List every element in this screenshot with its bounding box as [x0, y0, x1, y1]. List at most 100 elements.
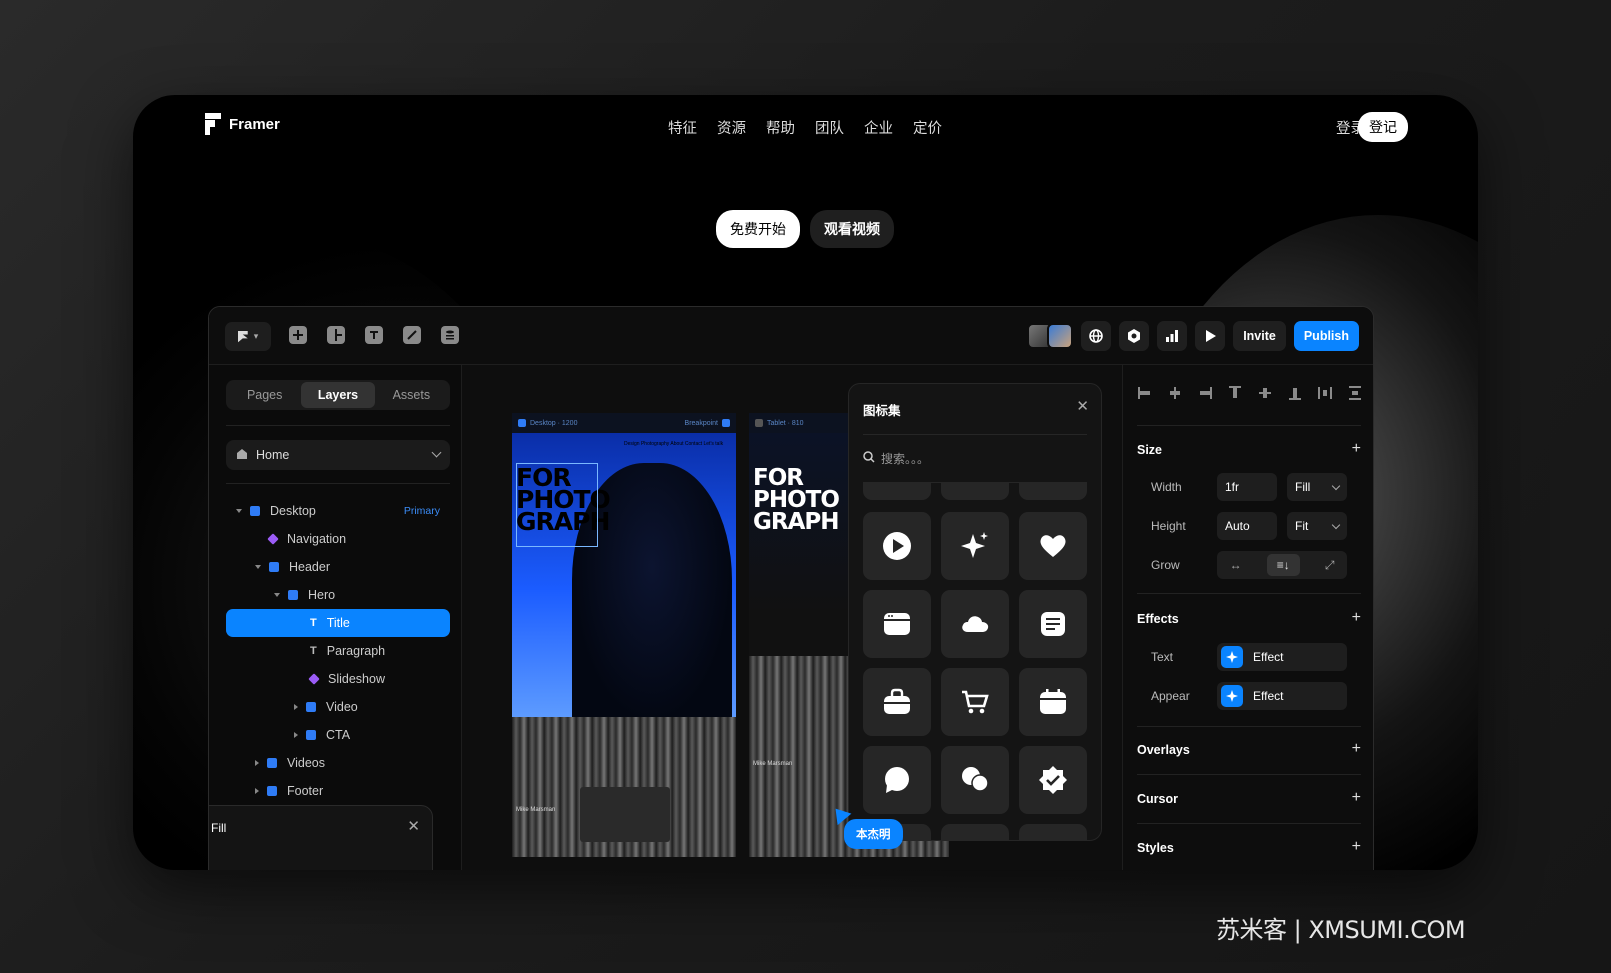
calendar-icon[interactable]	[1019, 668, 1087, 736]
tab-pages[interactable]: Pages	[228, 382, 301, 408]
framer-logo[interactable]: Framer	[205, 113, 280, 135]
sparkle-icon[interactable]	[941, 512, 1009, 580]
icon-set-popover: 图标集 ✕ 搜索。。。	[848, 383, 1102, 841]
nav-features[interactable]: 特征	[668, 117, 697, 138]
align-top-icon[interactable]	[1227, 385, 1243, 401]
distribute-v-icon[interactable]	[1347, 385, 1363, 401]
align-left-icon[interactable]	[1137, 385, 1153, 401]
icon-cell[interactable]	[1019, 482, 1087, 500]
add-icon[interactable]: +	[1352, 741, 1361, 757]
text-effect-button[interactable]: Effect	[1217, 643, 1347, 671]
bag-icon[interactable]	[863, 668, 931, 736]
framer-logo-icon	[205, 113, 221, 135]
text-icon[interactable]	[365, 326, 383, 344]
signup-button[interactable]: 登记	[1358, 112, 1408, 142]
frame-icon	[306, 730, 316, 740]
styles-section: Styles +	[1137, 839, 1361, 856]
cloud-icon[interactable]	[941, 590, 1009, 658]
close-icon[interactable]: ✕	[407, 817, 420, 835]
start-free-button[interactable]: 免费开始	[716, 210, 800, 248]
play-icon[interactable]	[863, 512, 931, 580]
add-icon[interactable]: +	[1352, 441, 1361, 457]
avatar[interactable]	[1047, 323, 1074, 349]
layer-video[interactable]: Video	[226, 693, 450, 721]
layer-hero[interactable]: Hero	[226, 581, 450, 609]
document-icon[interactable]	[1019, 590, 1087, 658]
nav-pricing[interactable]: 定价	[913, 117, 942, 138]
icon-cell[interactable]	[941, 482, 1009, 500]
icon-cell[interactable]	[863, 482, 931, 500]
layer-slideshow[interactable]: Slideshow	[226, 665, 450, 693]
align-bottom-icon[interactable]	[1287, 385, 1303, 401]
align-right-icon[interactable]	[1197, 385, 1213, 401]
layer-header[interactable]: Header	[226, 553, 450, 581]
add-breakpoint-icon[interactable]	[722, 419, 730, 427]
design-canvas[interactable]: Desktop · 1200 Breakpoint FOR PHOTO GRAP…	[462, 365, 1122, 870]
layer-paragraph[interactable]: T Paragraph	[226, 637, 450, 665]
nav-enterprise[interactable]: 企业	[864, 117, 893, 138]
icon-search[interactable]: 搜索。。。	[863, 450, 929, 467]
nav-resources[interactable]: 资源	[717, 117, 746, 138]
layer-footer[interactable]: Footer	[226, 777, 450, 805]
layer-title[interactable]: T Title	[226, 609, 450, 637]
divider	[1137, 726, 1361, 727]
height-label: Height	[1151, 519, 1186, 533]
desktop-preview[interactable]: Desktop · 1200 Breakpoint FOR PHOTO GRAP…	[512, 413, 736, 857]
chat-icon[interactable]	[863, 746, 931, 814]
effect-value: Effect	[1253, 689, 1284, 703]
insert-icon[interactable]	[289, 326, 307, 344]
width-mode-select[interactable]: Fill	[1287, 473, 1347, 501]
page-select[interactable]: Home	[226, 440, 450, 470]
invite-button[interactable]: Invite	[1233, 321, 1286, 351]
grow-control[interactable]: ↔ ≡↓ ⤢	[1217, 551, 1347, 579]
heart-icon[interactable]	[1019, 512, 1087, 580]
settings-icon[interactable]	[1119, 321, 1150, 351]
fit-icon[interactable]: ⤢	[1325, 558, 1335, 573]
add-icon[interactable]: +	[1352, 610, 1361, 626]
caret-right-icon	[255, 760, 259, 766]
height-input[interactable]: Auto	[1217, 512, 1277, 540]
divider	[226, 425, 450, 426]
add-icon[interactable]: +	[1352, 839, 1361, 855]
layer-videos[interactable]: Videos	[226, 749, 450, 777]
align-center-v-icon[interactable]	[1257, 385, 1273, 401]
nav-team[interactable]: 团队	[815, 117, 844, 138]
watch-video-button[interactable]: 观看视频	[810, 210, 894, 248]
alignment-toolbar	[1137, 385, 1363, 401]
watermark: 苏米客 | XMSUMI.COM	[1216, 916, 1466, 944]
link-icon[interactable]	[403, 326, 421, 344]
icon-cell[interactable]	[941, 824, 1009, 840]
icon-cell[interactable]	[1019, 824, 1087, 840]
align-center-h-icon[interactable]	[1167, 385, 1183, 401]
collaborator-avatars[interactable]	[1027, 323, 1074, 349]
nav-help[interactable]: 帮助	[766, 117, 795, 138]
chats-icon[interactable]	[941, 746, 1009, 814]
video-section: Mike Marsman	[512, 717, 736, 857]
size-heading: Size	[1137, 443, 1163, 457]
width-input[interactable]: 1fr	[1217, 473, 1277, 501]
cart-icon[interactable]	[941, 668, 1009, 736]
layout-icon[interactable]	[327, 326, 345, 344]
close-icon[interactable]: ✕	[1076, 397, 1089, 415]
width-label: Width	[1151, 480, 1182, 494]
tab-layers[interactable]: Layers	[301, 382, 375, 408]
distribute-h-icon[interactable]	[1317, 385, 1333, 401]
database-icon[interactable]	[441, 326, 459, 344]
analytics-icon[interactable]	[1157, 321, 1188, 351]
publish-button[interactable]: Publish	[1293, 321, 1359, 351]
app-menu-button[interactable]: ▾	[225, 322, 271, 351]
layer-cta[interactable]: CTA	[226, 721, 450, 749]
layer-desktop[interactable]: Desktop Primary	[226, 497, 450, 525]
add-icon[interactable]: +	[1352, 790, 1361, 806]
play-icon[interactable]	[1195, 321, 1226, 351]
tab-assets[interactable]: Assets	[375, 382, 448, 408]
browser-icon[interactable]	[863, 590, 931, 658]
layer-navigation[interactable]: Navigation	[226, 525, 450, 553]
height-mode-select[interactable]: Fit	[1287, 512, 1347, 540]
person-name: Mike Marsman	[516, 807, 556, 813]
appear-effect-button[interactable]: Effect	[1217, 682, 1347, 710]
sort-icon[interactable]: ≡↓	[1266, 554, 1300, 576]
arrows-horizontal-icon[interactable]: ↔	[1230, 558, 1242, 572]
verified-icon[interactable]	[1019, 746, 1087, 814]
globe-icon[interactable]	[1081, 321, 1112, 351]
